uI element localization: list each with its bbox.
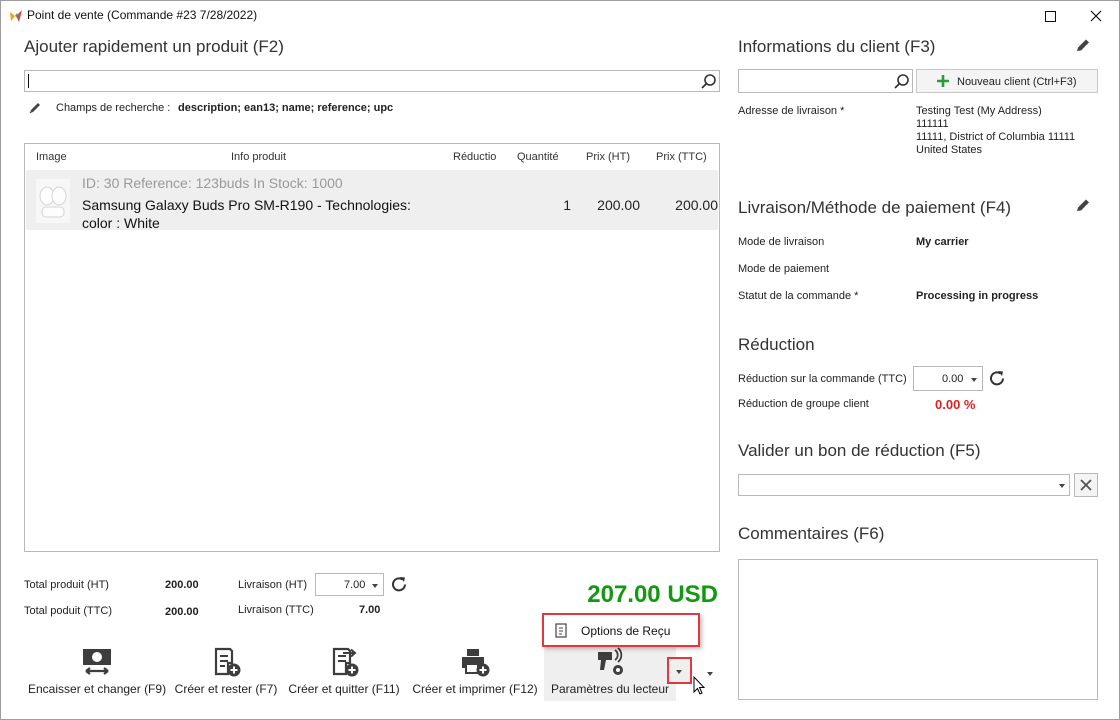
clear-voucher-button[interactable] xyxy=(1074,473,1098,497)
barcode-scanner-settings-icon xyxy=(598,647,623,675)
maximize-button[interactable] xyxy=(1027,1,1073,31)
total-ht-label: Total produit (HT) xyxy=(24,579,109,591)
client-info-heading: Informations du client (F3) xyxy=(738,37,936,56)
shipping-payment-heading: Livraison/Méthode de paiement (F4) xyxy=(738,198,1012,217)
product-search-heading: Ajouter rapidement un produit (F2) xyxy=(24,37,284,56)
reader-params-label: Paramètres du lecteur xyxy=(550,682,670,696)
group-reduction-label: Réduction de groupe client xyxy=(738,398,869,410)
search-fields-value: description; ean13; name; reference; upc xyxy=(178,102,394,114)
window-title: Point de vente (Commande #23 7/28/2022) xyxy=(27,8,258,22)
chevron-down-icon xyxy=(1059,484,1065,488)
receipt-options-menu: Options de Reçu xyxy=(542,613,700,647)
maximize-icon xyxy=(1044,10,1056,22)
receipt-options-menu-item[interactable]: Options de Reçu xyxy=(581,624,670,638)
group-reduction-value: 0.00 % xyxy=(935,397,976,412)
column-header-reduction[interactable]: Réductio xyxy=(453,151,496,163)
product-search-input[interactable] xyxy=(24,70,720,92)
total-ttc-label: Total poduit (TTC) xyxy=(24,605,113,617)
refresh-icon[interactable] xyxy=(988,369,1007,388)
comments-textarea[interactable] xyxy=(738,559,1098,700)
cash-change-button[interactable]: Encaisser et changer (F9) xyxy=(28,646,166,701)
table-row[interactable]: ID: 30 Reference: 123buds In Stock: 1000… xyxy=(26,170,718,231)
plus-icon xyxy=(937,75,949,87)
toolbar-overflow-chevron-icon[interactable] xyxy=(707,672,713,676)
client-search-input[interactable] xyxy=(738,69,913,93)
edit-client-pencil-icon[interactable] xyxy=(1074,37,1092,54)
product-quantity[interactable]: 1 xyxy=(506,197,571,213)
reduction-heading: Réduction xyxy=(738,335,815,354)
column-header-quantity[interactable]: Quantité xyxy=(517,151,559,163)
document-exit-icon xyxy=(332,647,359,677)
shipping-ht-dropdown[interactable]: 7.00 xyxy=(315,573,384,596)
text-caret xyxy=(28,74,29,88)
total-ttc-value: 200.00 xyxy=(165,606,199,618)
shipping-ttc-label: Livraison (TTC) xyxy=(238,604,314,616)
order-status-label: Statut de la commande * xyxy=(738,290,859,302)
shipping-address-label: Adresse de livraison * xyxy=(738,105,845,117)
chevron-down-icon xyxy=(971,378,977,382)
product-name-line2: color : White xyxy=(82,215,160,231)
printer-add-icon xyxy=(462,649,490,677)
product-thumbnail xyxy=(36,179,70,223)
grand-total: 207.00 USD xyxy=(587,581,718,608)
product-name-line1: Samsung Galaxy Buds Pro SM-R190 - Techno… xyxy=(82,197,411,213)
reader-params-button[interactable]: Paramètres du lecteur xyxy=(544,646,676,701)
close-icon xyxy=(1080,479,1092,491)
edit-shipping-pencil-icon[interactable] xyxy=(1074,197,1092,214)
document-add-icon xyxy=(214,647,241,677)
create-print-label: Créer et imprimer (F12) xyxy=(412,682,538,696)
column-header-price-ht[interactable]: Prix (HT) xyxy=(586,151,630,163)
address-line: United States xyxy=(916,144,983,156)
column-header-image[interactable]: Image xyxy=(36,151,67,163)
new-client-button[interactable]: Nouveau client (Ctrl+F3) xyxy=(916,69,1098,93)
cash-exchange-icon xyxy=(83,649,111,675)
receipt-icon xyxy=(555,623,567,638)
product-price-ttc[interactable]: 200.00 xyxy=(648,197,718,213)
grid-header: Image Info produit Réductio Quantité Pri… xyxy=(25,144,719,170)
shipping-ht-value: 7.00 xyxy=(344,579,366,591)
close-button[interactable] xyxy=(1073,1,1119,31)
refresh-icon[interactable] xyxy=(390,575,409,594)
close-icon xyxy=(1090,10,1102,22)
carrier-value[interactable]: My carrier xyxy=(916,236,969,248)
app-logo-icon xyxy=(10,10,22,22)
voucher-dropdown[interactable] xyxy=(738,474,1070,496)
shipping-ttc-value: 7.00 xyxy=(359,604,381,616)
address-line: Testing Test (My Address) xyxy=(916,105,1042,117)
carrier-label: Mode de livraison xyxy=(738,236,825,248)
cash-change-label: Encaisser et changer (F9) xyxy=(28,682,167,696)
search-icon[interactable] xyxy=(700,73,717,90)
title-bar: Point de vente (Commande #23 7/28/2022) xyxy=(1,1,1119,31)
chevron-down-icon xyxy=(372,584,378,588)
search-fields-label: Champs de recherche : xyxy=(56,102,171,114)
product-meta: ID: 30 Reference: 123buds In Stock: 1000 xyxy=(82,175,343,191)
product-price-ht[interactable]: 200.00 xyxy=(576,197,640,213)
column-header-info[interactable]: Info produit xyxy=(231,151,286,163)
create-quit-label: Créer et quitter (F11) xyxy=(288,682,400,696)
payment-label: Mode de paiement xyxy=(738,263,830,275)
order-reduction-label: Réduction sur la commande (TTC) xyxy=(738,373,907,385)
create-print-button[interactable]: Créer et imprimer (F12) xyxy=(412,646,538,701)
pos-window: Point de vente (Commande #23 7/28/2022) … xyxy=(0,0,1120,720)
product-grid: Image Info produit Réductio Quantité Pri… xyxy=(24,143,720,552)
search-icon[interactable] xyxy=(893,73,910,90)
new-client-label: Nouveau client (Ctrl+F3) xyxy=(957,76,1077,88)
create-stay-button[interactable]: Créer et rester (F7) xyxy=(174,646,278,701)
edit-pencil-icon[interactable] xyxy=(27,100,43,116)
total-ht-value: 200.00 xyxy=(165,579,199,591)
mouse-cursor-icon xyxy=(693,676,706,695)
create-stay-label: Créer et rester (F7) xyxy=(174,682,278,696)
dropdown-highlight xyxy=(667,657,692,684)
order-reduction-dropdown[interactable]: 0.00 xyxy=(913,366,983,391)
comments-heading: Commentaires (F6) xyxy=(738,524,885,543)
create-quit-button[interactable]: Créer et quitter (F11) xyxy=(288,646,400,701)
voucher-heading: Valider un bon de réduction (F5) xyxy=(738,441,981,460)
order-status-value[interactable]: Processing in progress xyxy=(916,290,1038,302)
address-line: 111111 xyxy=(916,118,949,130)
column-header-price-ttc[interactable]: Prix (TTC) xyxy=(656,151,707,163)
address-line: 11111, District of Columbia 11111 xyxy=(916,131,1076,143)
order-reduction-value: 0.00 xyxy=(942,373,964,385)
shipping-ht-label: Livraison (HT) xyxy=(238,579,308,591)
